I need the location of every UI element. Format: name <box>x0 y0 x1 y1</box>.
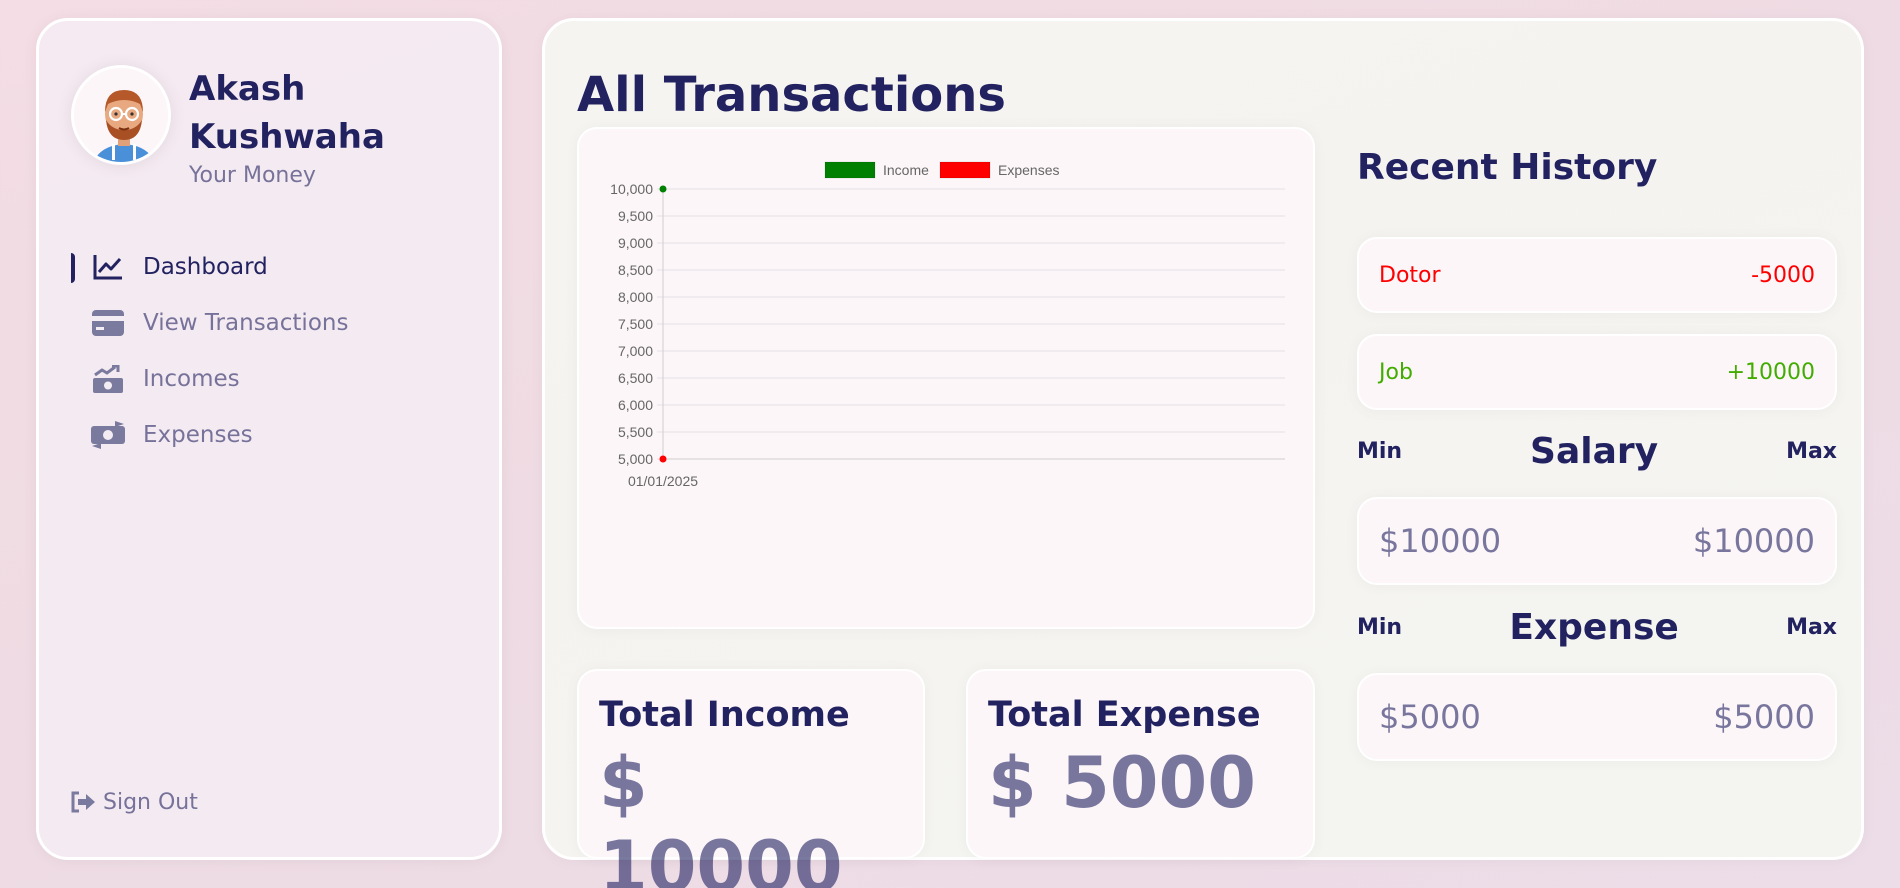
data-point <box>659 185 667 193</box>
chart-line-icon <box>91 252 125 282</box>
menu-item-incomes[interactable]: Incomes <box>71 351 451 407</box>
menu-item-view-transactions[interactable]: View Transactions <box>71 295 451 351</box>
y-tick-label: 10,000 <box>610 181 653 197</box>
menu-item-label: View Transactions <box>143 310 349 336</box>
total-expense-title: Total Expense <box>988 695 1261 735</box>
salary-max-value: $10000 <box>1692 522 1815 560</box>
menu-item-label: Dashboard <box>143 254 268 280</box>
salary-min-value: $10000 <box>1379 522 1502 560</box>
expense-range: $5000 $5000 <box>1357 673 1837 761</box>
avatar <box>71 65 171 165</box>
transactions-chart: 10,000 9,500 9,000 8,500 8,000 7,500 7,000 6,50… <box>577 127 1315 629</box>
history-item-amount: +10000 <box>1726 359 1815 385</box>
recent-history-title: Recent History <box>1357 147 1658 188</box>
total-income-title: Total Income <box>599 695 850 735</box>
credit-card-icon <box>91 308 125 338</box>
history-item-name: Dotor <box>1379 262 1441 288</box>
salary-max-label: Max <box>1786 439 1837 464</box>
expense-max-value: $5000 <box>1713 698 1815 736</box>
total-income-value: $ 10000 <box>599 742 843 888</box>
expense-max-label: Max <box>1786 615 1837 640</box>
main-panel: All Transactions 10,000 9,500 9,000 8,500 8,… <box>542 18 1864 888</box>
user-name: Akash Kushwaha <box>189 69 385 157</box>
history-item-name: Job <box>1379 359 1413 385</box>
legend-label: Expenses <box>998 162 1059 178</box>
y-tick-label: 8,000 <box>618 289 653 305</box>
menu-item-label: Incomes <box>143 366 240 392</box>
expense-title: Expense <box>1509 607 1679 648</box>
profile: Akash Kushwaha Your Money <box>71 65 449 188</box>
salary-min-label: Min <box>1357 439 1403 464</box>
x-tick-label: 01/01/2025 <box>628 473 698 489</box>
expense-min-label: Min <box>1357 615 1403 640</box>
total-expense-value: $ 5000 <box>988 742 1256 824</box>
y-tick-label: 7,500 <box>618 316 653 332</box>
chart-svg: 10,000 9,500 9,000 8,500 8,000 7,500 7,000 6,50… <box>610 161 1285 489</box>
money-trend-icon <box>91 364 125 394</box>
expense-min-value: $5000 <box>1379 698 1481 736</box>
total-income-card: Total Income $ 10000 <box>577 669 925 888</box>
total-expense-card: Total Expense $ 5000 <box>966 669 1315 859</box>
avatar-illustration <box>74 68 168 162</box>
sidebar: Akash Kushwaha Your Money Dashboard View… <box>36 18 502 860</box>
history-item-amount: -5000 <box>1751 262 1815 288</box>
page-title: All Transactions <box>577 67 1006 123</box>
menu-item-expenses[interactable]: Expenses <box>71 407 451 463</box>
sign-out-label: Sign Out <box>103 789 198 815</box>
sign-out-button[interactable]: Sign Out <box>69 787 198 817</box>
y-tick-label: 7,000 <box>618 343 653 359</box>
data-point <box>659 455 667 463</box>
expense-range-header: Min Expense Max <box>1357 607 1837 648</box>
user-subtitle: Your Money <box>189 163 316 188</box>
legend-swatch <box>939 161 991 179</box>
legend-label: Income <box>883 162 929 178</box>
salary-range-header: Min Salary Max <box>1357 431 1837 472</box>
main-menu: Dashboard View Transactions Incomes Expe… <box>71 239 451 463</box>
y-tick-label: 5,500 <box>618 424 653 440</box>
y-tick-label: 8,500 <box>618 262 653 278</box>
y-tick-label: 9,500 <box>618 208 653 224</box>
history-item: Job +10000 <box>1357 334 1837 410</box>
sign-out-icon <box>69 787 97 817</box>
menu-item-label: Expenses <box>143 422 253 448</box>
legend-swatch <box>824 161 876 179</box>
salary-range: $10000 $10000 <box>1357 497 1837 585</box>
history-item: Dotor -5000 <box>1357 237 1837 313</box>
y-tick-label: 5,000 <box>618 451 653 467</box>
y-tick-label: 6,500 <box>618 370 653 386</box>
menu-item-dashboard[interactable]: Dashboard <box>71 239 451 295</box>
salary-title: Salary <box>1530 431 1659 472</box>
money-exchange-icon <box>91 420 125 450</box>
y-tick-label: 9,000 <box>618 235 653 251</box>
y-tick-label: 6,000 <box>618 397 653 413</box>
